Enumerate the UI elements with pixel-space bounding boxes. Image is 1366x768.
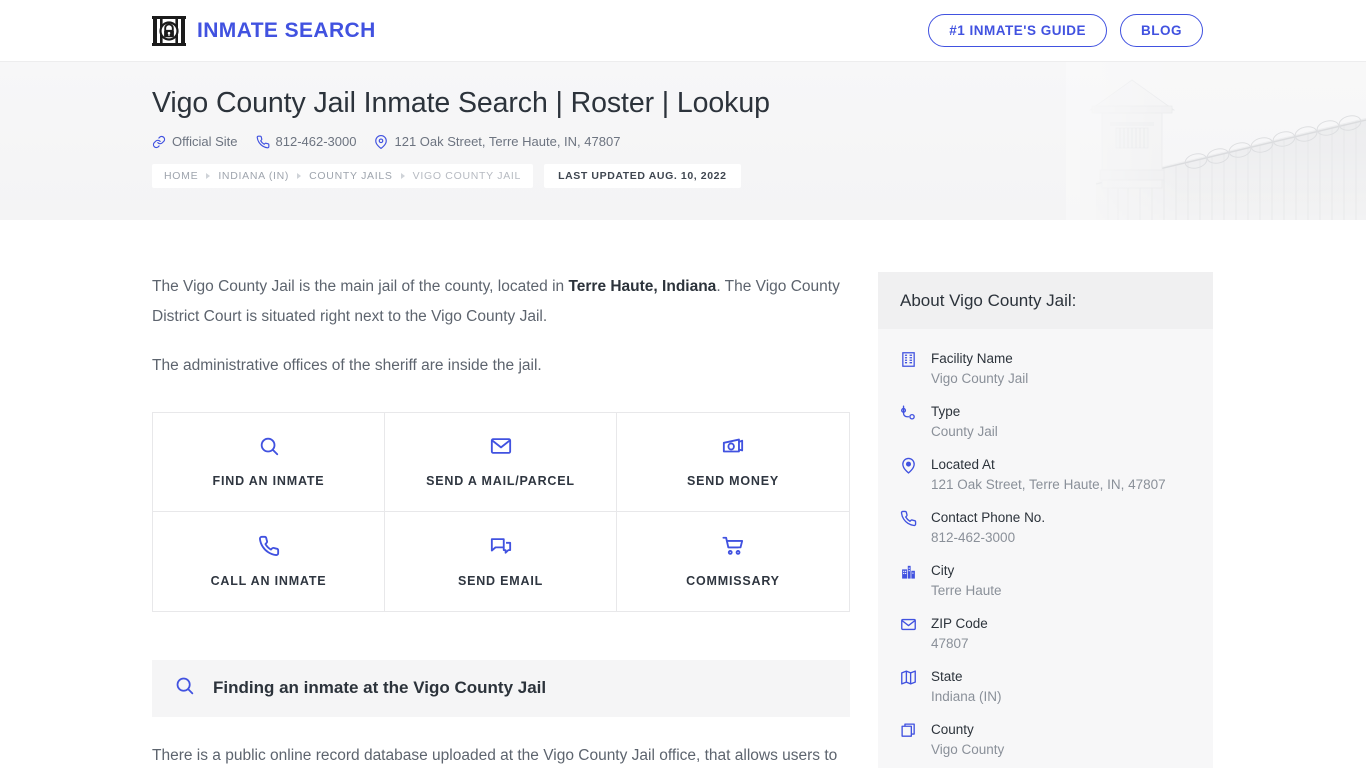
fact-facility-name: Facility Name Vigo County Jail bbox=[900, 342, 1191, 395]
money-icon bbox=[722, 435, 744, 457]
action-send-a-mail-parcel[interactable]: SEND A MAIL/PARCEL bbox=[385, 412, 617, 512]
fact-value: Indiana (IN) bbox=[931, 689, 1002, 704]
chevron-right-icon bbox=[400, 173, 405, 180]
page-title: Vigo County Jail Inmate Search | Roster … bbox=[152, 87, 770, 119]
building-grid-icon bbox=[900, 349, 919, 389]
phone-icon bbox=[900, 508, 919, 548]
fact-value: County Jail bbox=[931, 424, 998, 439]
phone-icon bbox=[256, 135, 270, 149]
fact-value: 812-462-3000 bbox=[931, 530, 1016, 545]
fact-located-at: Located At 121 Oak Street, Terre Haute, … bbox=[900, 448, 1191, 501]
action-label: SEND MONEY bbox=[686, 474, 780, 488]
action-label: SEND EMAIL bbox=[457, 573, 544, 588]
intro-paragraph-1: The Vigo County Jail is the main jail of… bbox=[152, 272, 850, 331]
fact-label: Contact Phone No. bbox=[931, 510, 1046, 525]
about-fact-list: Facility Name Vigo County Jail Type Coun… bbox=[878, 329, 1213, 768]
action-label: COMMISSARY bbox=[686, 573, 780, 588]
last-updated-badge: LAST UPDATED AUG. 10, 2022 bbox=[544, 164, 741, 189]
fact-value: Vigo County bbox=[931, 742, 1005, 757]
action-label: CALL AN INMATE bbox=[210, 573, 327, 588]
fact-type: Type County Jail bbox=[900, 395, 1191, 448]
fact-value: 47807 bbox=[931, 636, 969, 651]
hero-address-label: 121 Oak Street, Terre Haute, IN, 47807 bbox=[394, 134, 621, 150]
fact-zip-code: ZIP Code 47807 bbox=[900, 607, 1191, 660]
fact-city: City Terre Haute bbox=[900, 554, 1191, 607]
site-header: INMATE SEARCH #1 INMATE'S GUIDE BLOG bbox=[0, 0, 1366, 61]
intro-text-bold: Terre Haute, Indiana bbox=[568, 278, 717, 295]
about-card-title: About Vigo County Jail: bbox=[900, 291, 1077, 310]
action-call-an-inmate[interactable]: CALL AN INMATE bbox=[153, 511, 385, 611]
brand-name: INMATE SEARCH bbox=[197, 18, 376, 42]
link-icon bbox=[152, 135, 166, 149]
phone-icon bbox=[258, 535, 280, 557]
blog-button[interactable]: BLOG bbox=[1120, 13, 1203, 48]
breadcrumb-bar: HOME INDIANA (IN) COUNTY JAILS VIGO COUN… bbox=[152, 164, 534, 189]
fact-label: County bbox=[931, 722, 974, 737]
main-column: The Vigo County Jail is the main jail of… bbox=[152, 272, 850, 768]
hero-section: Vigo County Jail Inmate Search | Roster … bbox=[0, 61, 1366, 220]
fact-value: Vigo County Jail bbox=[931, 371, 1029, 386]
map-pin-icon bbox=[900, 455, 919, 495]
about-card-header: About Vigo County Jail: bbox=[878, 272, 1213, 329]
action-commissary[interactable]: COMMISSARY bbox=[617, 511, 849, 611]
sidebar-column: About Vigo County Jail: Facility Name Vi… bbox=[878, 272, 1213, 768]
hero-official-site-label: Official Site bbox=[172, 134, 238, 150]
map-icon bbox=[900, 667, 919, 707]
hero-meta-row: Official Site 812-462-3000 121 Oak Stree… bbox=[152, 134, 1366, 149]
hero-meta-phone[interactable]: 812-462-3000 bbox=[256, 134, 357, 150]
fact-label: State bbox=[931, 669, 963, 684]
section-heading-text: Finding an inmate at the Vigo County Jai… bbox=[213, 678, 547, 697]
intro-text-a: The Vigo County Jail is the main jail of… bbox=[152, 278, 569, 295]
fact-label: Facility Name bbox=[931, 351, 1013, 366]
breadcrumb-item-home[interactable]: HOME bbox=[164, 170, 198, 182]
inmates-guide-button[interactable]: #1 INMATE'S GUIDE bbox=[928, 13, 1107, 48]
chevron-right-icon bbox=[297, 173, 302, 180]
search-icon bbox=[174, 675, 195, 701]
chat-icon bbox=[490, 535, 512, 557]
action-label: FIND AN INMATE bbox=[212, 474, 325, 488]
hero-meta-official-site[interactable]: Official Site bbox=[152, 134, 238, 149]
fact-value: Terre Haute bbox=[931, 583, 1002, 598]
fact-label: City bbox=[931, 563, 955, 578]
map-pin-icon bbox=[374, 134, 388, 149]
copy-icon bbox=[900, 720, 919, 760]
breadcrumb-item-current: VIGO COUNTY JAIL bbox=[412, 170, 522, 183]
content-area: The Vigo County Jail is the main jail of… bbox=[0, 220, 1366, 768]
fact-contact-phone: Contact Phone No. 812-462-3000 bbox=[900, 501, 1191, 554]
hero-meta-address: 121 Oak Street, Terre Haute, IN, 47807 bbox=[374, 134, 620, 149]
action-send-email[interactable]: SEND EMAIL bbox=[385, 511, 617, 611]
hero-phone-label: 812-462-3000 bbox=[275, 134, 357, 150]
node-type-icon bbox=[900, 402, 919, 442]
fact-value: 121 Oak Street, Terre Haute, IN, 47807 bbox=[931, 477, 1166, 492]
section-body-paragraph: There is a public online record database… bbox=[152, 746, 838, 764]
header-nav: #1 INMATE'S GUIDE BLOG bbox=[928, 13, 1203, 48]
fact-label: Type bbox=[931, 404, 961, 419]
breadcrumb: HOME INDIANA (IN) COUNTY JAILS VIGO COUN… bbox=[152, 164, 1366, 189]
chevron-right-icon bbox=[206, 173, 211, 180]
action-find-an-inmate[interactable]: FIND AN INMATE bbox=[153, 412, 385, 512]
breadcrumb-item-county-jails[interactable]: COUNTY JAILS bbox=[309, 170, 392, 182]
city-icon bbox=[900, 561, 919, 601]
breadcrumb-item-indiana[interactable]: INDIANA (IN) bbox=[218, 170, 289, 182]
action-label: SEND A MAIL/PARCEL bbox=[426, 474, 575, 488]
fact-county: County Vigo County bbox=[900, 713, 1191, 766]
section-heading-finding-inmate: Finding an inmate at the Vigo County Jai… bbox=[152, 659, 850, 717]
jail-window-lock-icon bbox=[152, 15, 186, 47]
intro-paragraph-2: The administrative offices of the sherif… bbox=[152, 357, 542, 374]
cart-icon bbox=[722, 535, 744, 557]
fact-label: ZIP Code bbox=[931, 616, 988, 631]
envelope-icon bbox=[490, 435, 512, 457]
envelope-icon bbox=[900, 614, 919, 654]
about-card: About Vigo County Jail: Facility Name Vi… bbox=[878, 272, 1213, 768]
fact-state: State Indiana (IN) bbox=[900, 660, 1191, 713]
search-icon bbox=[258, 435, 280, 457]
fact-label: Located At bbox=[931, 457, 995, 472]
action-grid: FIND AN INMATE SEND A MAIL/PARCEL SEND M… bbox=[152, 411, 850, 612]
action-send-money[interactable]: SEND MONEY bbox=[617, 412, 849, 512]
brand-logo-link[interactable]: INMATE SEARCH bbox=[152, 15, 376, 47]
